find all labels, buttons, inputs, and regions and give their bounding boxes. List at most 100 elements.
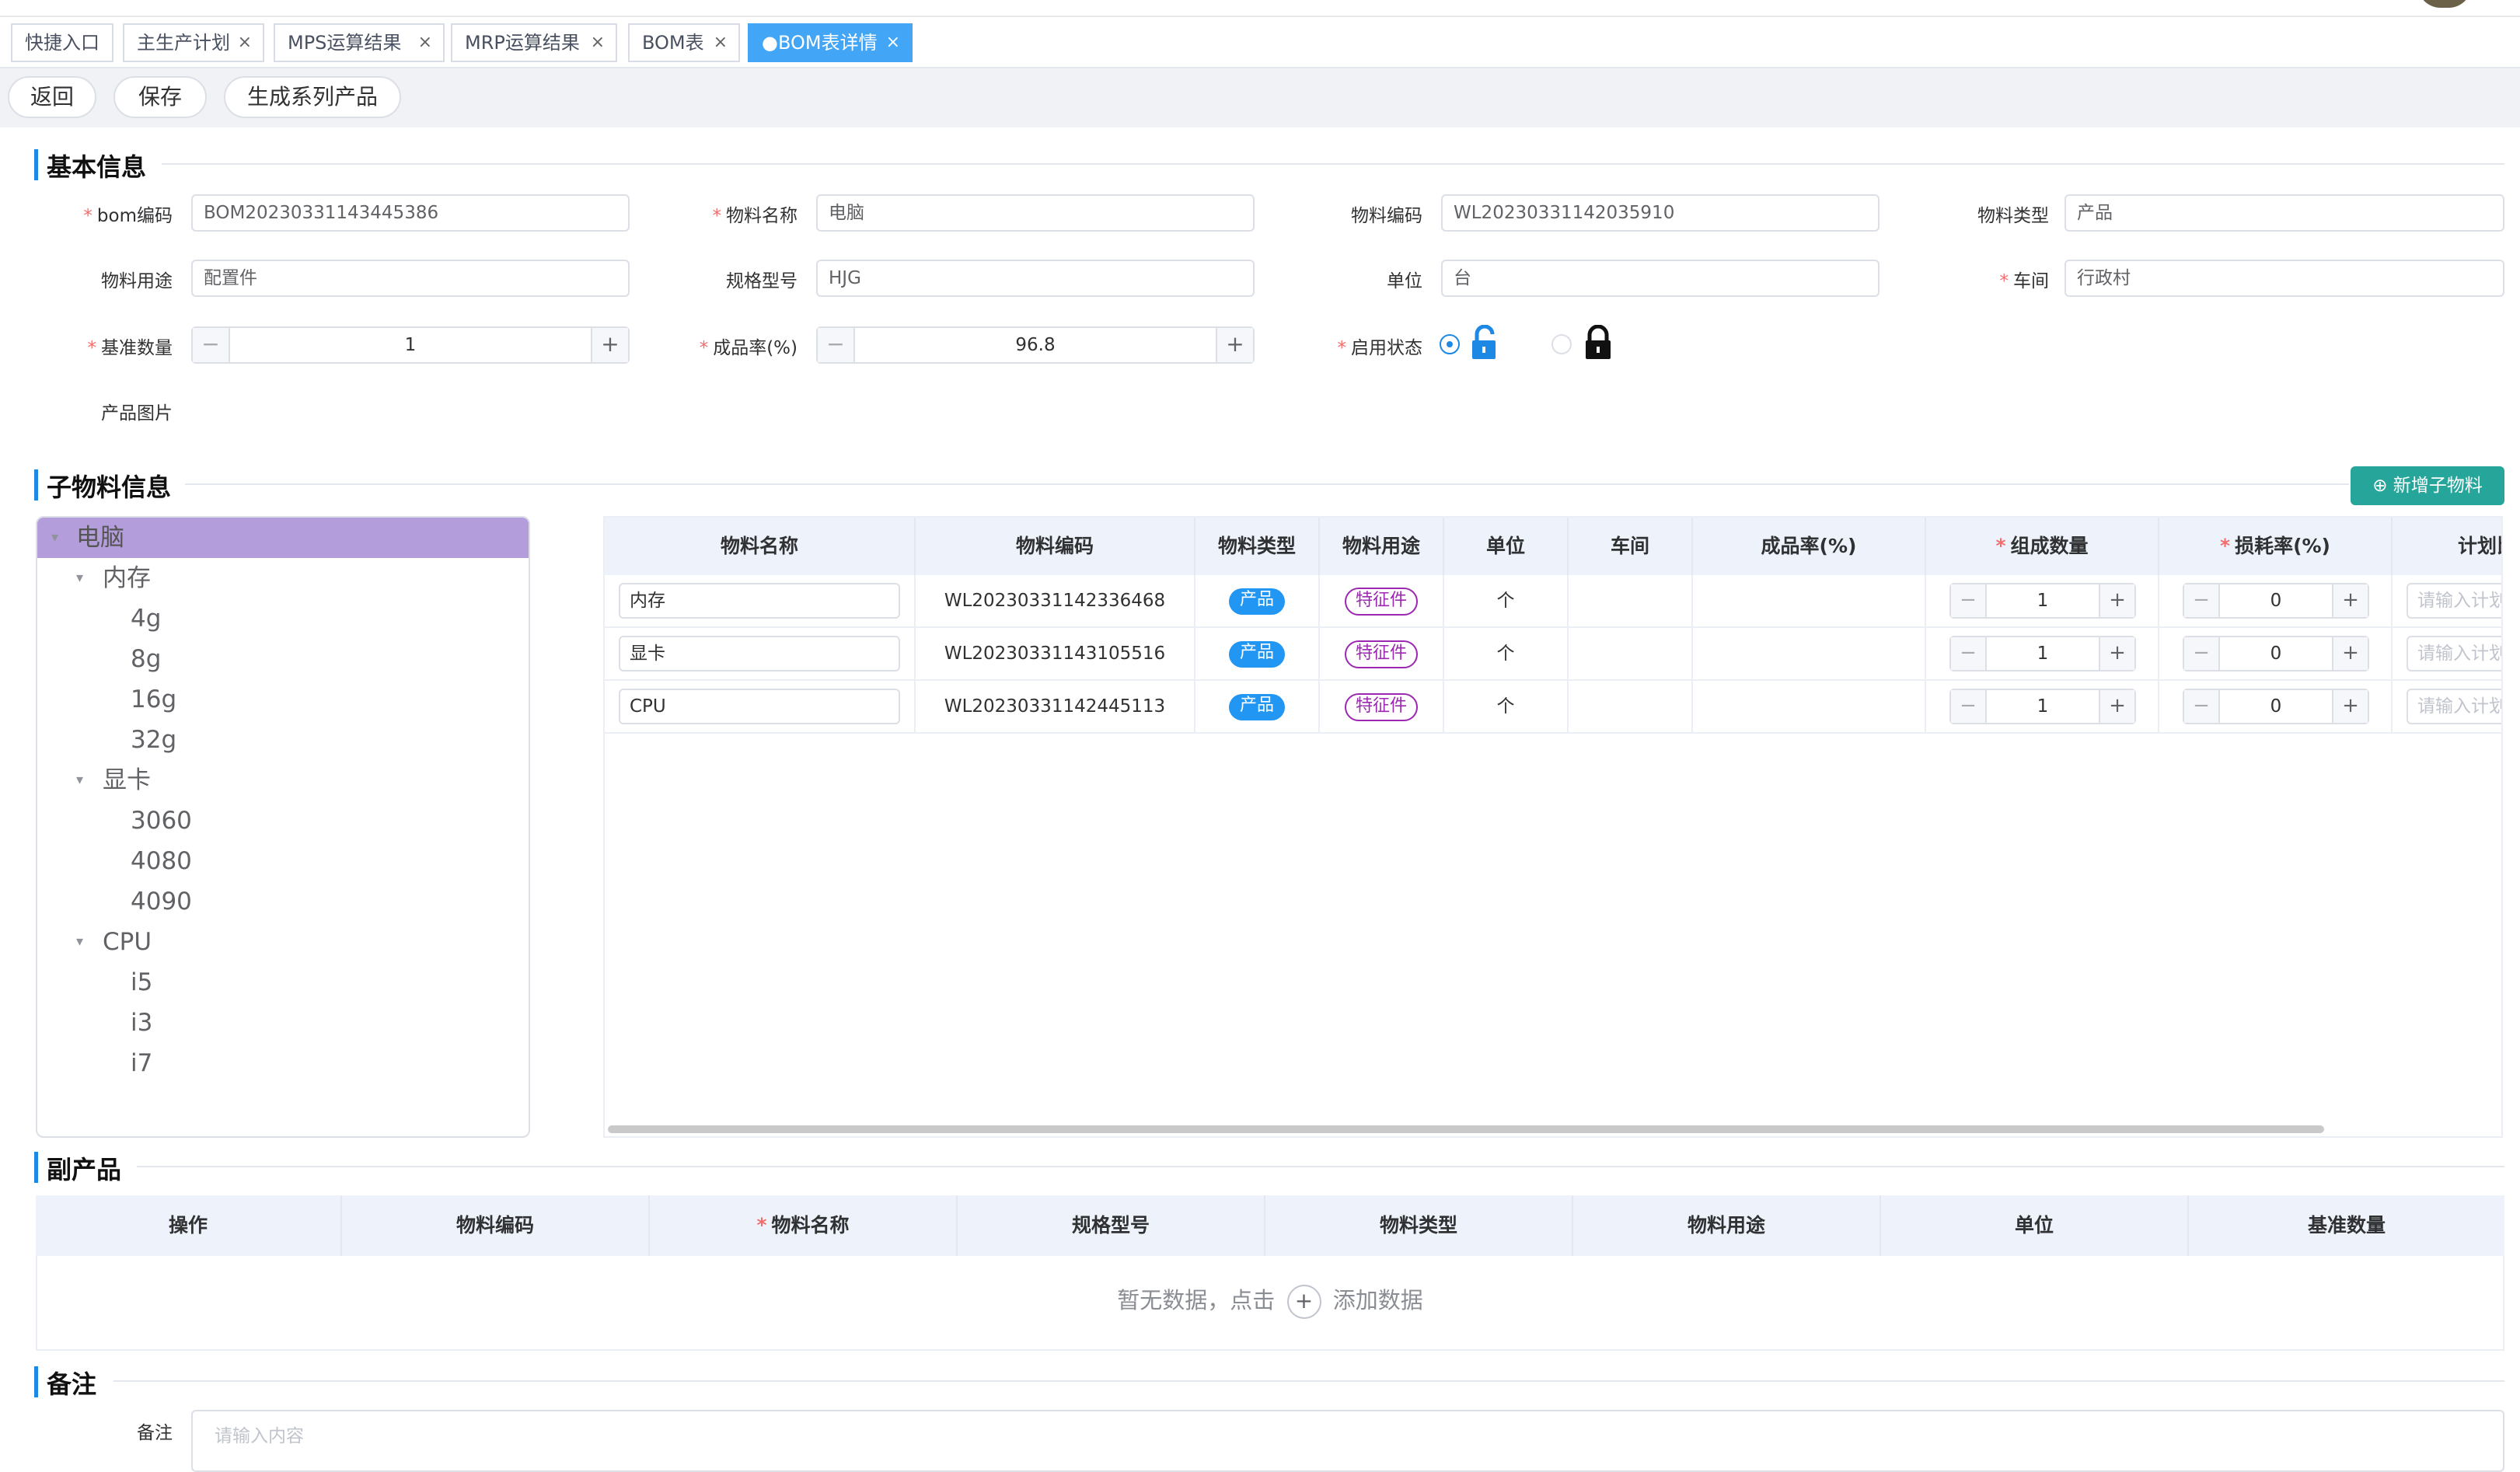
material-name-input[interactable]: 内存 <box>619 583 900 619</box>
tab-mrp-result[interactable]: MRP运算结果 × <box>451 23 617 62</box>
decrement-button[interactable]: − <box>1951 584 1987 617</box>
bom-code-field[interactable]: BOM20230331143445386 <box>191 194 630 232</box>
tab-label: 快捷入口 <box>25 32 99 54</box>
usage-tag: 特征件 <box>1344 587 1418 616</box>
yield-stepper[interactable]: − 96.8 + <box>816 326 1255 364</box>
plan-ratio-input[interactable]: 请输入计划比 <box>2407 636 2501 671</box>
tab-bom-detail[interactable]: ●BOM表详情 × <box>748 23 913 62</box>
material-name-input[interactable]: 显卡 <box>619 636 900 671</box>
material-name-field[interactable]: 电脑 <box>816 194 1255 232</box>
unit-text: 个 <box>1496 644 1515 664</box>
stepper-value[interactable]: 0 <box>2218 637 2333 670</box>
tree-node[interactable]: 3060 <box>37 801 529 841</box>
stepper-value[interactable]: 0 <box>2218 584 2333 617</box>
tree-node[interactable]: 8g <box>37 639 529 679</box>
stepper-value[interactable]: 0 <box>2218 690 2333 723</box>
base-qty-stepper[interactable]: − 1 + <box>191 326 630 364</box>
increment-button[interactable]: + <box>2332 637 2368 670</box>
stepper-value[interactable]: 1 <box>1985 637 2100 670</box>
stepper-value[interactable]: 96.8 <box>853 328 1217 362</box>
workshop-field[interactable]: 行政村 <box>2065 260 2504 297</box>
decrement-button[interactable]: − <box>818 328 855 362</box>
table-cell: 内存 <box>605 575 916 628</box>
tree-node-label: 内存 <box>103 564 151 592</box>
increment-button[interactable]: + <box>2099 584 2134 617</box>
tree-node[interactable]: ▾ 内存 <box>37 558 529 598</box>
decrement-button[interactable]: − <box>1951 690 1987 723</box>
decrement-button[interactable]: − <box>193 328 230 362</box>
back-button[interactable]: 返回 <box>8 76 96 118</box>
caret-down-icon[interactable]: ▾ <box>76 922 83 962</box>
column-header: 成品率(%) <box>1693 518 1926 575</box>
close-icon[interactable]: × <box>714 25 728 61</box>
tree-node[interactable]: ▾ 显卡 <box>37 760 529 801</box>
loss-rate-stepper[interactable]: −0 + <box>2183 689 2369 724</box>
usage-field[interactable]: 配置件 <box>191 260 630 297</box>
status-disabled-radio[interactable] <box>1551 334 1572 354</box>
table-cell: WL20230331142336468 <box>916 575 1195 628</box>
status-enabled-radio[interactable] <box>1440 334 1460 354</box>
column-header: 物料名称 <box>605 518 916 575</box>
increment-button[interactable]: + <box>2099 637 2134 670</box>
empty-text[interactable]: 添加数据 <box>1333 1287 1423 1313</box>
quantity-stepper[interactable]: −1 + <box>1949 689 2136 724</box>
stepper-value[interactable]: 1 <box>229 328 592 362</box>
increment-button[interactable]: + <box>2332 584 2368 617</box>
decrement-button[interactable]: − <box>1951 637 1987 670</box>
add-data-icon[interactable]: + <box>1286 1285 1321 1319</box>
stepper-value[interactable]: 1 <box>1985 584 2100 617</box>
increment-button[interactable]: + <box>591 328 628 362</box>
remark-textarea[interactable]: 请输入内容 <box>191 1410 2504 1472</box>
material-name-input[interactable]: CPU <box>619 689 900 724</box>
decrement-button[interactable]: − <box>2184 637 2220 670</box>
quantity-stepper[interactable]: −1 + <box>1949 636 2136 671</box>
tree-node[interactable]: ▾ CPU <box>37 922 529 962</box>
plan-ratio-input[interactable]: 请输入计划比 <box>2407 583 2501 619</box>
generate-series-button[interactable]: 生成系列产品 <box>224 76 401 118</box>
decrement-button[interactable]: − <box>2184 584 2220 617</box>
increment-button[interactable]: + <box>1216 328 1253 362</box>
tab-quick-entry[interactable]: 快捷入口 <box>11 23 113 62</box>
add-sub-material-button[interactable]: ⊕ 新增子物料 <box>2351 466 2504 505</box>
loss-rate-stepper[interactable]: −0 + <box>2183 583 2369 619</box>
plan-ratio-input[interactable]: 请输入计划比 <box>2407 689 2501 724</box>
type-tag: 产品 <box>1228 693 1285 720</box>
increment-button[interactable]: + <box>2099 690 2134 723</box>
section-divider <box>113 1380 2504 1382</box>
caret-down-icon[interactable]: ▾ <box>51 518 58 558</box>
tab-bom[interactable]: BOM表 × <box>628 23 740 62</box>
tree-node[interactable]: 32g <box>37 720 529 760</box>
spec-field[interactable]: HJG <box>816 260 1255 297</box>
column-header: 单位 <box>1444 518 1569 575</box>
increment-button[interactable]: + <box>2332 690 2368 723</box>
caret-down-icon[interactable]: ▾ <box>76 558 83 598</box>
table-cell: WL20230331142445113 <box>916 681 1195 734</box>
tab-mps-result[interactable]: MPS运算结果 × <box>274 23 445 62</box>
caret-down-icon[interactable]: ▾ <box>76 760 83 801</box>
tree-node[interactable]: 4090 <box>37 881 529 922</box>
tree-node-label: 4090 <box>131 888 192 916</box>
tree-node[interactable]: 16g <box>37 679 529 720</box>
save-button[interactable]: 保存 <box>113 76 207 118</box>
close-icon[interactable]: × <box>238 25 252 61</box>
close-icon[interactable]: × <box>591 25 605 61</box>
material-code-field[interactable]: WL20230331142035910 <box>1441 194 1880 232</box>
unit-field[interactable]: 台 <box>1441 260 1880 297</box>
tab-master-plan[interactable]: 主生产计划 × <box>123 23 264 62</box>
tree-node[interactable]: i5 <box>37 962 529 1003</box>
loss-rate-stepper[interactable]: −0 + <box>2183 636 2369 671</box>
tree-node[interactable]: i7 <box>37 1043 529 1083</box>
tree-node-root[interactable]: ▾ 电脑 <box>37 518 529 558</box>
stepper-value[interactable]: 1 <box>1985 690 2100 723</box>
horizontal-scrollbar[interactable] <box>608 1125 2324 1133</box>
close-icon[interactable]: × <box>418 25 432 61</box>
table-cell <box>1569 681 1693 734</box>
material-type-field[interactable]: 产品 <box>2065 194 2504 232</box>
tree-node[interactable]: 4080 <box>37 841 529 881</box>
close-icon[interactable]: × <box>886 25 900 61</box>
tree-node[interactable]: 4g <box>37 598 529 639</box>
tree-node-label: 显卡 <box>103 766 151 794</box>
quantity-stepper[interactable]: −1 + <box>1949 583 2136 619</box>
tree-node[interactable]: i3 <box>37 1003 529 1043</box>
decrement-button[interactable]: − <box>2184 690 2220 723</box>
